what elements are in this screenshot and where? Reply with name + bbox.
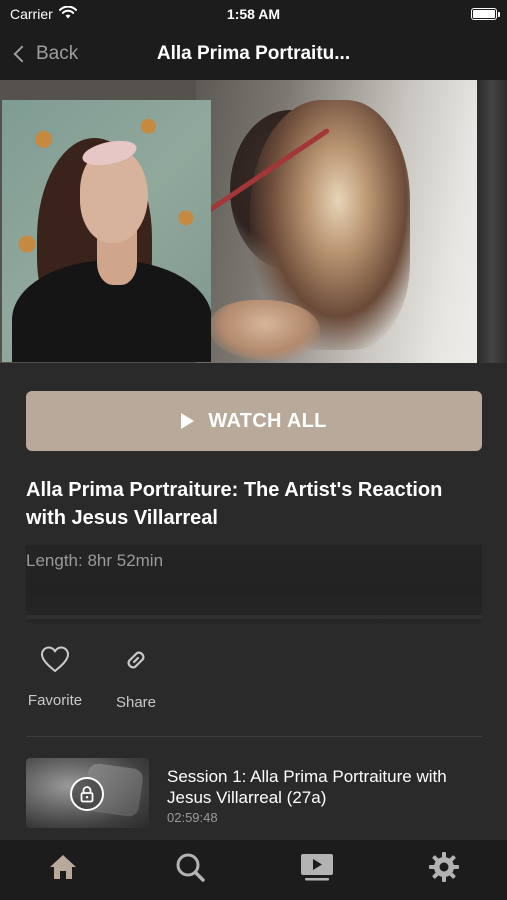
status-right bbox=[337, 8, 500, 20]
status-time: 1:58 AM bbox=[226, 6, 281, 22]
wifi-icon bbox=[58, 5, 77, 22]
watch-all-button[interactable]: WATCH ALL bbox=[26, 391, 482, 451]
hero-reference-photo bbox=[2, 100, 211, 362]
description-fade bbox=[26, 615, 482, 619]
video-library-icon bbox=[300, 852, 334, 887]
settings-gear-icon bbox=[428, 851, 460, 888]
session-duration: 02:59:48 bbox=[167, 810, 218, 825]
back-button[interactable]: Back bbox=[0, 43, 120, 65]
course-length: Length: 8hr 52min bbox=[26, 551, 164, 570]
favorite-button[interactable]: Favorite bbox=[26, 645, 84, 709]
status-bar: Carrier 1:58 AM bbox=[0, 0, 507, 28]
course-hero-image bbox=[0, 80, 507, 363]
course-description[interactable]: Length: 8hr 52min bbox=[26, 545, 482, 623]
chevron-left-icon bbox=[13, 45, 31, 63]
session-thumbnail bbox=[26, 758, 149, 828]
hero-hand bbox=[210, 300, 320, 360]
carrier-label: Carrier bbox=[10, 6, 53, 22]
battery-level bbox=[473, 10, 495, 18]
session-info: Session 1: Alla Prima Portraiture with J… bbox=[167, 758, 467, 832]
session-title: Session 1: Alla Prima Portraiture with J… bbox=[167, 767, 447, 807]
navigation-bar: Back Alla Prima Portraitu... bbox=[0, 28, 507, 80]
home-icon bbox=[48, 853, 78, 886]
favorite-label: Favorite bbox=[27, 692, 83, 709]
tab-bar bbox=[0, 840, 507, 900]
heart-icon bbox=[39, 645, 71, 678]
share-label: Share bbox=[115, 694, 157, 711]
hero-easel bbox=[477, 80, 507, 363]
watch-all-label: WATCH ALL bbox=[208, 409, 327, 432]
tab-search[interactable] bbox=[160, 844, 220, 894]
section-divider bbox=[26, 736, 482, 737]
play-icon bbox=[181, 413, 195, 429]
tab-home[interactable] bbox=[33, 844, 93, 894]
share-button[interactable]: Share bbox=[112, 645, 160, 711]
battery-icon bbox=[471, 8, 500, 20]
link-icon bbox=[121, 645, 151, 680]
session-list-item[interactable]: Session 1: Alla Prima Portraiture with J… bbox=[26, 758, 482, 832]
lock-icon bbox=[70, 777, 104, 811]
tab-settings[interactable] bbox=[414, 844, 474, 894]
back-label: Back bbox=[36, 43, 79, 64]
tab-videos[interactable] bbox=[287, 844, 347, 894]
status-left: Carrier bbox=[10, 5, 170, 22]
search-icon bbox=[174, 851, 206, 888]
course-title: Alla Prima Portraiture: The Artist's Rea… bbox=[26, 479, 443, 529]
